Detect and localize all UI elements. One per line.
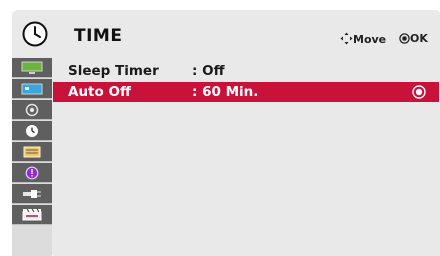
input-icon xyxy=(23,190,41,198)
menu-row-label: Sleep Timer xyxy=(68,63,159,79)
move-hint: Move xyxy=(340,32,386,46)
menu-header: TIME Move OK xyxy=(12,10,440,58)
sidebar-item-picture[interactable] xyxy=(12,58,52,78)
ok-button-icon xyxy=(399,33,410,44)
radio-selected-icon xyxy=(412,85,426,99)
ok-hint-label: OK xyxy=(410,32,428,45)
menu-row-sleep-timer[interactable]: Sleep Timer : Off xyxy=(53,61,439,81)
category-sidebar xyxy=(12,58,52,256)
move-hint-label: Move xyxy=(353,33,387,46)
menu-row-value: : 60 Min. xyxy=(192,84,259,100)
sidebar-item-input[interactable] xyxy=(12,184,52,204)
sidebar-item-movie[interactable] xyxy=(12,205,52,225)
clock-icon xyxy=(22,21,48,47)
menu-content: Sleep Timer : Off Auto Off : 60 Min. xyxy=(53,58,440,256)
page-title: TIME xyxy=(74,26,123,46)
menu-row-value: : Off xyxy=(192,63,225,79)
move-arrows-icon xyxy=(340,32,353,45)
sidebar-item-audio[interactable] xyxy=(12,100,52,120)
sidebar-item-info[interactable] xyxy=(12,163,52,183)
option-icon xyxy=(23,146,41,158)
ok-hint: OK xyxy=(399,32,428,45)
movie-icon xyxy=(22,208,42,221)
time-icon xyxy=(26,125,38,137)
menu-row-auto-off[interactable]: Auto Off : 60 Min. xyxy=(53,82,439,102)
menu-row-label: Auto Off xyxy=(68,84,131,100)
sidebar-item-option[interactable] xyxy=(12,142,52,162)
picture-icon xyxy=(21,61,43,74)
audio-icon xyxy=(25,103,39,117)
sidebar-item-screen[interactable] xyxy=(12,79,52,99)
screen-icon xyxy=(21,83,43,95)
info-icon xyxy=(25,166,39,180)
sidebar-item-time[interactable] xyxy=(12,121,52,141)
